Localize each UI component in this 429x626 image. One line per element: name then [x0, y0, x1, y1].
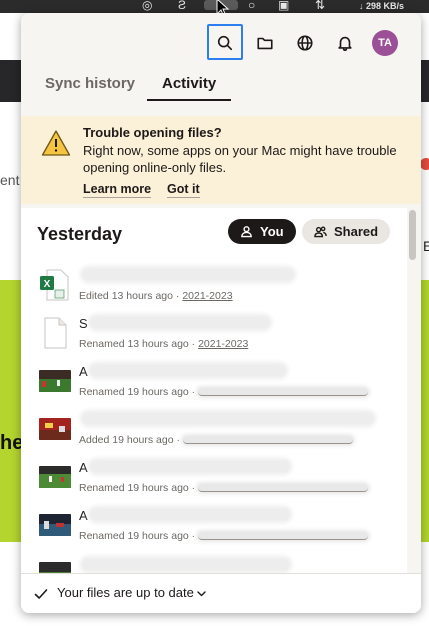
item-folder-link[interactable]: 2021-2023 [198, 338, 248, 350]
redacted-filename [91, 317, 269, 328]
notifications-button[interactable] [332, 30, 358, 56]
chevron-down-icon [197, 591, 206, 597]
warning-icon [41, 130, 71, 156]
background-text: E [423, 238, 429, 254]
video-thumbnail [39, 418, 71, 440]
item-action: Edited 13 hours ago · [79, 290, 183, 302]
item-action: Renamed 19 hours ago · [79, 482, 199, 494]
search-button[interactable] [212, 30, 238, 56]
network-speed: ↓ 298 KB/s [358, 1, 404, 11]
tab-bar: Sync history Activity [21, 69, 421, 102]
redacted-folder-link[interactable] [198, 388, 369, 397]
item-meta: Edited 13 hours ago · 2021-2023 [79, 290, 233, 302]
blank-file-icon [44, 317, 67, 349]
svg-text:X: X [44, 279, 51, 290]
redacted-folder-link[interactable] [182, 436, 353, 445]
filter-you-button[interactable]: You [228, 219, 296, 244]
got-it-button[interactable]: Got it [167, 182, 200, 198]
sync-status-text: Your files are up to date [57, 585, 194, 600]
list-item[interactable]: X Edited 13 hours ago · 2021-2023 [21, 266, 407, 314]
search-icon [217, 35, 233, 51]
video-thumbnail [39, 466, 71, 488]
item-meta: Added 19 hours ago · [79, 434, 353, 446]
redacted-folder-link[interactable] [198, 532, 369, 541]
item-title: S [79, 316, 88, 331]
video-thumbnail [39, 514, 71, 536]
sync-status-bar[interactable]: Your files are up to date [21, 573, 421, 613]
banner-title: Trouble opening files? [83, 125, 222, 140]
item-meta: Renamed 19 hours ago · [79, 386, 369, 398]
excel-file-icon: X [40, 269, 69, 301]
open-web-button[interactable] [292, 30, 318, 56]
item-action: Renamed 19 hours ago · [79, 530, 199, 542]
notification-badge [420, 158, 429, 170]
redacted-filename [91, 365, 285, 376]
dropbox-popover: TA Sync history Activity Trouble opening… [21, 13, 421, 613]
screenshot-icon[interactable]: ▣ [278, 0, 289, 12]
transfer-icon[interactable]: ⇅ [315, 0, 325, 12]
section-heading: Yesterday [37, 224, 123, 244]
tab-sync-history[interactable]: Sync history [45, 75, 135, 92]
filter-you-label: You [260, 224, 284, 239]
list-item[interactable] [21, 554, 407, 573]
bell-icon [338, 36, 352, 52]
people-icon [314, 226, 327, 238]
account-avatar[interactable]: TA [372, 30, 398, 56]
scrollbar-thumb[interactable] [409, 210, 416, 260]
list-item[interactable]: Added 19 hours ago · [21, 410, 407, 458]
circle-status-icon[interactable]: ○ [248, 0, 255, 12]
list-item[interactable]: S Renamed 13 hours ago · 2021-2023 [21, 314, 407, 362]
learn-more-link[interactable]: Learn more [83, 182, 152, 198]
redacted-filename [83, 413, 373, 424]
person-icon [241, 226, 252, 238]
tab-activity[interactable]: Activity [162, 75, 216, 92]
activity-list: Yesterday You Shared X Edited 13 hours a… [21, 208, 407, 573]
warning-banner: Trouble opening files? Right now, some a… [21, 116, 421, 204]
popover-toolbar: TA [21, 13, 421, 69]
item-action: Renamed 19 hours ago · [79, 386, 199, 398]
item-folder-link[interactable]: 2021-2023 [182, 290, 232, 302]
open-folder-button[interactable] [252, 30, 278, 56]
checkmark-icon [34, 589, 48, 599]
redacted-folder-link[interactable] [198, 484, 369, 493]
video-thumbnail [39, 370, 71, 392]
item-action: Added 19 hours ago · [79, 434, 183, 446]
globe-icon [297, 35, 313, 51]
macos-menu-bar: ◎ Ƨ ○ ▣ ⇅ ↓ 298 KB/s [0, 0, 429, 13]
background-text: ent [0, 172, 20, 188]
video-thumbnail [39, 562, 71, 573]
filter-shared-button[interactable]: Shared [302, 219, 391, 244]
banner-message: Right now, some apps on your Mac might h… [83, 143, 397, 175]
list-item[interactable]: A Renamed 19 hours ago · [21, 458, 407, 506]
item-meta: Renamed 19 hours ago · [79, 482, 369, 494]
redacted-filename [91, 461, 289, 472]
redacted-filename [83, 559, 289, 570]
fingerprint-icon[interactable]: ◎ [142, 0, 152, 12]
filter-shared-label: Shared [334, 224, 379, 239]
list-item[interactable]: A Renamed 19 hours ago · [21, 362, 407, 410]
item-title: A [79, 508, 88, 523]
item-title: A [79, 460, 88, 475]
active-tab-indicator [147, 99, 231, 101]
status-icon[interactable]: Ƨ [178, 0, 186, 12]
redacted-filename [91, 509, 289, 520]
item-title: A [79, 364, 88, 379]
redacted-filename [83, 269, 293, 280]
item-meta: Renamed 19 hours ago · [79, 530, 369, 542]
item-meta: Renamed 13 hours ago · 2021-2023 [79, 338, 248, 350]
folder-icon [257, 37, 273, 50]
item-action: Renamed 13 hours ago · [79, 338, 199, 350]
list-item[interactable]: A Renamed 19 hours ago · [21, 506, 407, 554]
